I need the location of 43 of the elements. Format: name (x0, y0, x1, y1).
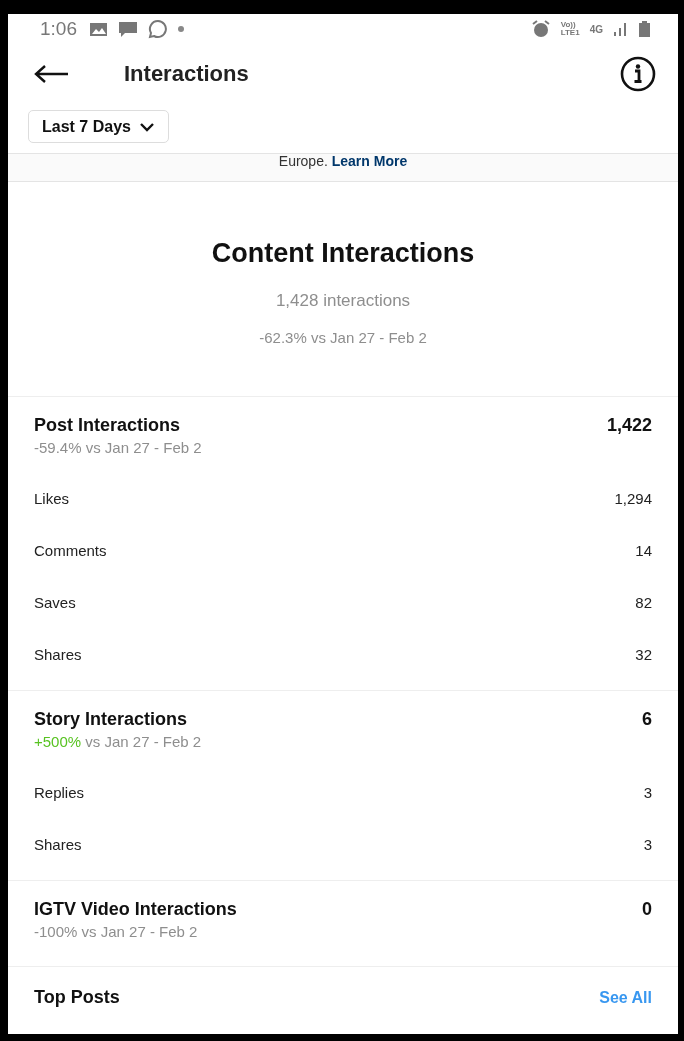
dot-icon (178, 26, 184, 32)
message-icon (118, 20, 138, 38)
section-total: 0 (642, 899, 652, 920)
date-range-dropdown[interactable]: Last 7 Days (28, 110, 169, 143)
section-total: 1,422 (606, 415, 652, 436)
section-change: -100% vs Jan 27 - Feb 2 (34, 923, 199, 940)
learn-more-link[interactable]: Learn More (331, 153, 408, 169)
section-change: -59.4% vs Jan 27 - Feb 2 (34, 439, 203, 456)
metric-label: Shares (34, 645, 82, 663)
signal-icon (613, 22, 629, 36)
summary-title: Content Interactions (210, 238, 476, 269)
back-arrow-icon[interactable] (34, 64, 70, 84)
section-title: Post Interactions (34, 415, 181, 436)
section-change: +500% vs Jan 27 - Feb 2 (34, 733, 203, 750)
battery-icon (639, 21, 650, 37)
alarm-icon (530, 20, 551, 38)
metric-label: Saves (34, 593, 76, 611)
section-title: IGTV Video Interactions (34, 899, 237, 920)
section-title: Top Posts (34, 987, 120, 1008)
metric-label: Shares (34, 835, 82, 853)
volte-label: Vo)) (560, 21, 576, 29)
network-label: 4G (589, 23, 603, 35)
summary-change: -62.3% vs Jan 27 - Feb 2 (258, 329, 428, 346)
metric-label: Comments (34, 541, 107, 559)
section-total: 6 (642, 709, 652, 730)
image-icon (89, 21, 108, 37)
summary-total: 1,428 interactions (274, 291, 412, 311)
notice-text: Europe. Learn More (278, 154, 408, 168)
chat-bubble-icon (148, 19, 168, 39)
metric-label: Likes (34, 489, 70, 507)
status-time: 1:06 (40, 18, 77, 40)
metric-value: 82 (635, 593, 652, 611)
metric-label: Replies (34, 783, 85, 801)
metric-value: 32 (635, 645, 652, 663)
page-title: Interactions (124, 61, 250, 87)
metric-value: 1,294 (614, 489, 652, 507)
section-title: Story Interactions (34, 709, 188, 730)
metric-value: 14 (635, 541, 652, 559)
info-icon[interactable] (620, 56, 656, 92)
metric-value: 3 (643, 783, 652, 801)
chevron-down-icon (138, 121, 155, 132)
lte-label: LTE1 (560, 29, 580, 37)
metric-value: 3 (643, 835, 652, 853)
